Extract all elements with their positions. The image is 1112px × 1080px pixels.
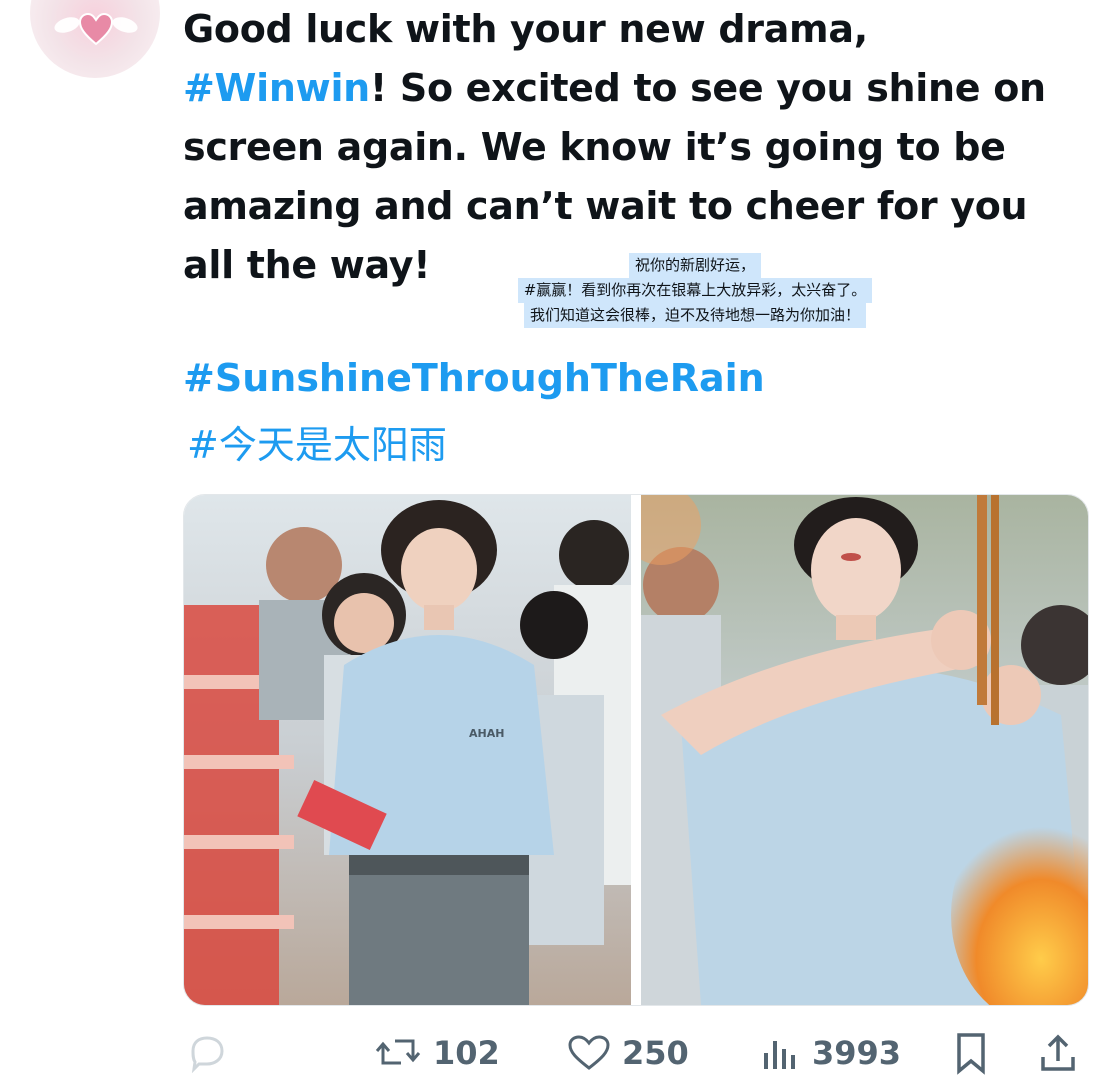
tweet-actions: 102 250 3993	[183, 1028, 1083, 1078]
hashtag-chinese[interactable]: #今天是太阳雨	[187, 414, 447, 469]
tweet-line-1: Good luck with your new drama,	[183, 7, 868, 51]
shirt-text: AHAH	[469, 727, 504, 740]
avatar[interactable]	[30, 0, 160, 78]
tweet-line-5: all the way!	[183, 243, 431, 287]
like-button[interactable]: 250	[566, 1028, 689, 1078]
reply-icon	[191, 1036, 224, 1073]
like-count: 250	[622, 1034, 689, 1072]
photo-left[interactable]: AHAH	[184, 495, 631, 1005]
share-icon	[1041, 1034, 1075, 1071]
like-icon	[568, 1035, 610, 1070]
translation-line-3: 我们知道这会很棒，迫不及待地想一路为你加油！	[523, 303, 866, 328]
translation-overlay: 祝你的新剧好运， #赢赢！看到你再次在银幕上大放异彩，太兴奋了。 我们知道这会很…	[469, 253, 921, 328]
photo-right[interactable]	[641, 495, 1088, 1005]
media-grid[interactable]: AHAH	[183, 494, 1089, 1006]
translation-line-2: #赢赢！看到你再次在银幕上大放异彩，太兴奋了。	[517, 278, 873, 303]
views-button[interactable]: 3993	[760, 1028, 901, 1078]
tweet-text: Good luck with your new drama, #Winwin! …	[183, 0, 1083, 295]
retweet-button[interactable]: 102	[373, 1028, 500, 1078]
reply-button[interactable]	[185, 1028, 229, 1078]
bookmark-button[interactable]	[951, 1028, 991, 1078]
photo-right-image	[641, 495, 1088, 1005]
views-icon	[764, 1041, 795, 1069]
bookmark-icon	[957, 1033, 985, 1075]
retweet-icon	[375, 1039, 421, 1065]
hashtag-winwin[interactable]: #Winwin	[183, 66, 370, 110]
heart-icon	[78, 12, 114, 46]
photo-left-image: AHAH	[184, 495, 631, 1005]
views-count: 3993	[812, 1034, 902, 1072]
wing-right	[110, 14, 140, 36]
tweet-line-4: amazing and can’t wait to cheer for you	[183, 184, 1028, 228]
retweet-count: 102	[433, 1034, 500, 1072]
tweet-line-2: ! So excited to see you shine on	[369, 66, 1046, 110]
translation-line-1: 祝你的新剧好运，	[628, 253, 761, 278]
hashtag-sunshine[interactable]: #SunshineThroughTheRain	[183, 356, 765, 400]
share-button[interactable]	[1038, 1028, 1078, 1078]
tweet-line-3: screen again. We know it’s going to be	[183, 125, 1006, 169]
